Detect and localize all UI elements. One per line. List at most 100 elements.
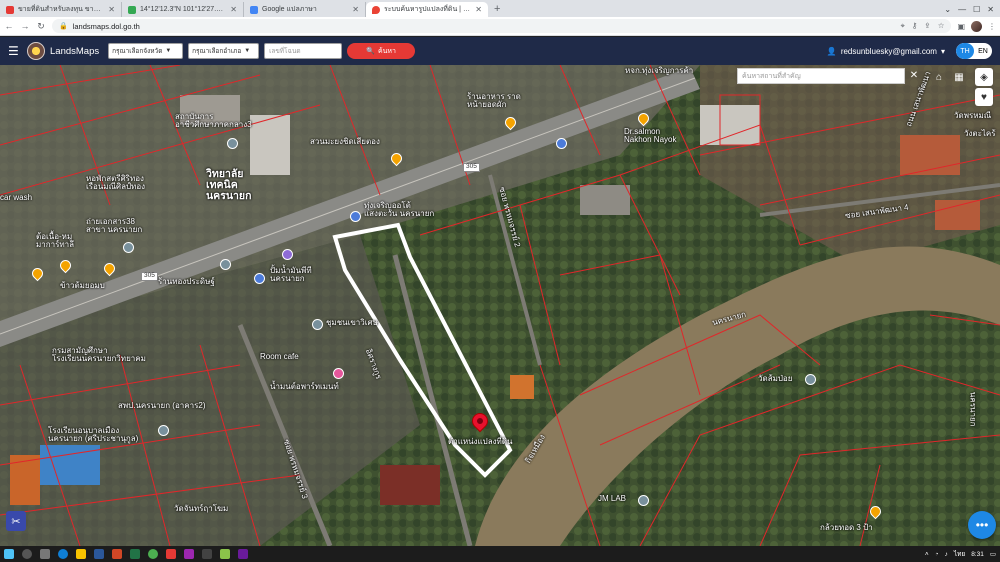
terminal-icon[interactable] (202, 549, 212, 559)
close-search-icon[interactable]: ✕ (906, 68, 922, 84)
minimize-icon[interactable]: — (958, 5, 966, 14)
pin-favicon-icon (372, 5, 380, 14)
browser-tab-ddproperty[interactable]: ขายที่ดินสำหรับลงทุน ขายที่ดินทำเล | DDp… (0, 2, 122, 17)
more-options-icon[interactable]: ••• (968, 511, 996, 539)
browser-tab-landsmaps[interactable]: ระบบค้นหารูปแปลงที่ดิน | LandsMaps ✕ (366, 2, 488, 17)
user-account[interactable]: 👤 redsunbluesky@gmail.com ▾ (827, 47, 945, 56)
forward-icon[interactable]: → (20, 21, 30, 31)
tools-icon[interactable]: ✂ (6, 511, 26, 531)
school-poi-icon[interactable] (158, 425, 169, 436)
browser-actions: ▣ ⋮ (957, 20, 996, 32)
tray-arrow-icon[interactable]: ˄ (925, 551, 929, 558)
tab-search-icon[interactable]: ⌄ (944, 5, 951, 14)
new-tab-button[interactable]: + (488, 2, 506, 17)
home-icon[interactable]: ⌂ (930, 68, 948, 86)
temple-poi-icon[interactable] (805, 374, 816, 385)
map-label: สวนมะยงชิดเสียตอง (310, 137, 380, 146)
favorite-heart-icon[interactable]: ♥ (975, 88, 993, 106)
back-icon[interactable]: ← (4, 21, 14, 31)
map-label: กรมสามัญศึกษา โรงเรียนนครนายกวิทยาคม (52, 346, 146, 364)
side-panel-icon[interactable]: ▣ (957, 22, 965, 31)
word-icon[interactable] (94, 549, 104, 559)
deed-number-input[interactable]: เลขที่โฉนด (264, 43, 343, 59)
profile-avatar[interactable] (971, 20, 982, 32)
chrome-icon[interactable] (148, 549, 158, 559)
line-icon[interactable] (220, 549, 230, 559)
wifi-icon[interactable]: ◔ (935, 551, 939, 558)
search-button[interactable]: 🔍 ค้นหา (347, 43, 416, 59)
file-explorer-icon[interactable] (76, 549, 86, 559)
address-bar[interactable]: 🔒 landsmaps.dol.go.th ⌖ ⚷ ⇪ ☆ (52, 19, 952, 33)
map-imagery (0, 65, 1000, 546)
shopping-poi-icon[interactable] (350, 211, 361, 222)
hamburger-menu-icon[interactable]: ☰ (8, 44, 22, 58)
brand-name: LandsMaps (50, 45, 100, 57)
input-language[interactable]: ไทย (954, 549, 965, 559)
close-tab-icon[interactable]: ✕ (475, 5, 482, 14)
amphoe-select[interactable]: กรุณาเลือกอำเภอ ▼ (188, 43, 260, 59)
browser-tab-google-maps[interactable]: 14°12'12.3"N 101°12'27.3"E - Go ✕ (122, 2, 244, 17)
layers-icon[interactable]: ◈ (975, 68, 993, 86)
close-tab-icon[interactable]: ✕ (230, 5, 237, 14)
translate-favicon-icon (250, 5, 258, 14)
gas-station-poi-icon[interactable] (282, 249, 293, 260)
windows-start-icon[interactable] (4, 549, 14, 559)
notification-icon[interactable]: ▭ (990, 550, 996, 558)
province-select[interactable]: กรุณาเลือกจังหวัด ▼ (108, 43, 184, 59)
grid-icon[interactable]: ▦ (950, 68, 968, 86)
service-poi-icon[interactable] (556, 138, 567, 149)
location-icon[interactable]: ⌖ (901, 21, 905, 31)
search-label: ค้นหา (377, 47, 396, 55)
close-tab-icon[interactable]: ✕ (108, 5, 115, 14)
tab-label: Google แปลภาษา (262, 6, 317, 13)
menu-dots-icon[interactable]: ⋮ (988, 22, 996, 31)
map-label: ร้านอาหาร ราด หน้ายอดผัก (467, 92, 521, 110)
landmark-search-input[interactable]: ค้นหาสถานที่สำคัญ (737, 68, 905, 84)
map-label: สถาบันการ อาชีวศึกษาภาคกลาง3 (175, 112, 252, 130)
close-window-icon[interactable]: ✕ (987, 5, 994, 14)
window-controls: ⌄ — ☐ ✕ (938, 2, 1000, 17)
bookmark-star-icon[interactable]: ☆ (938, 21, 945, 31)
place-poi-icon[interactable] (123, 242, 134, 253)
place-poi-icon[interactable] (638, 495, 649, 506)
excel-icon[interactable] (130, 549, 140, 559)
hotel-poi-icon[interactable] (333, 368, 344, 379)
tab-label: 14°12'12.3"N 101°12'27.3"E - Go (140, 6, 227, 13)
edge-icon[interactable] (58, 549, 68, 559)
teams-icon[interactable] (238, 549, 248, 559)
browser-tab-google-translate[interactable]: Google แปลภาษา ✕ (244, 2, 366, 17)
shopping-poi-icon[interactable] (254, 273, 265, 284)
acrobat-icon[interactable] (166, 549, 176, 559)
share-icon[interactable]: ⇪ (924, 21, 930, 31)
chevron-down-icon: ▼ (244, 48, 251, 54)
map-label: ร้านทองประดิษฐ์ (158, 277, 215, 286)
volume-icon[interactable]: ♪ (945, 551, 948, 558)
search-icon[interactable] (22, 549, 32, 559)
lock-icon[interactable]: 🔒 (59, 22, 68, 30)
search-icon: 🔍 (366, 48, 375, 55)
powerpoint-icon[interactable] (112, 549, 122, 559)
reload-icon[interactable]: ↻ (36, 21, 46, 32)
place-poi-icon[interactable] (312, 319, 323, 330)
task-view-icon[interactable] (40, 549, 50, 559)
place-poi-icon[interactable] (220, 259, 231, 270)
key-icon[interactable]: ⚷ (912, 21, 918, 31)
school-poi-icon[interactable] (227, 138, 238, 149)
close-tab-icon[interactable]: ✕ (352, 5, 359, 14)
lang-en-button[interactable]: EN (974, 43, 992, 59)
map-label: กล้วยทอด 3 ป้า (820, 523, 873, 532)
clock[interactable]: 8:31 (971, 551, 984, 558)
map-label: นครนายก (968, 391, 978, 427)
app-icon[interactable] (184, 549, 194, 559)
map-label: วัดส้มป่อย (758, 374, 793, 383)
maps-favicon-icon (128, 5, 136, 14)
map-label: ถ่ายเอกสาร38 สาขา นครนายก (86, 217, 143, 235)
maximize-icon[interactable]: ☐ (973, 5, 980, 14)
lang-th-button[interactable]: TH (956, 43, 974, 59)
map-label: โรงเรียนอนุบาลเมือง นครนายก (ศรีประชานุก… (48, 426, 139, 444)
map-label: JM LAB (598, 494, 627, 503)
map-label: วัดพรหมณี (954, 111, 992, 120)
satellite-map[interactable]: 305 305 หจก.ทุ่งเจริญการค้า ร้านอาหาร รา… (0, 65, 1000, 546)
map-label: ปั้มน้ำมันพีที นครนายก (270, 266, 312, 284)
chevron-down-icon: ▾ (940, 46, 945, 56)
